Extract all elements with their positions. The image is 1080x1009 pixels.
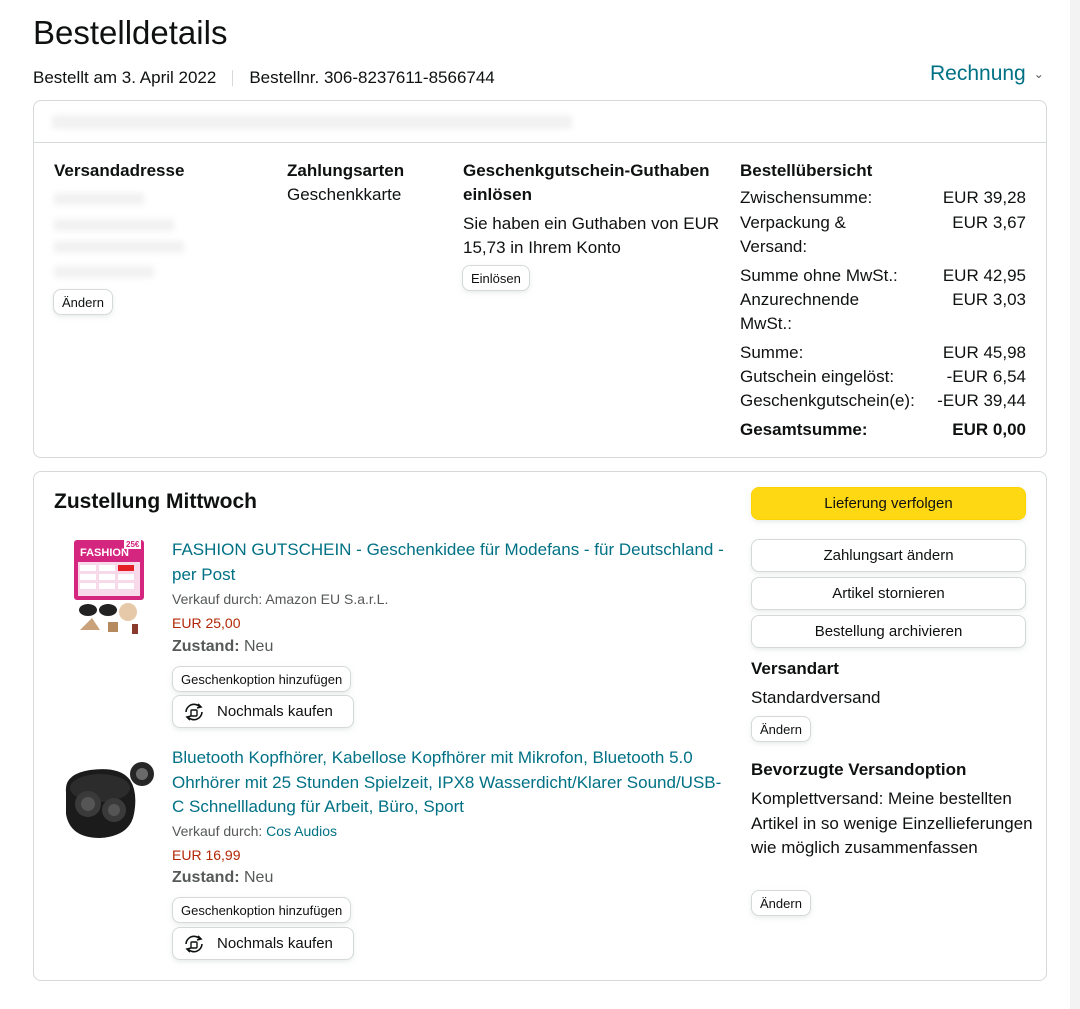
buy-again-button[interactable]: Nochmals kaufen bbox=[172, 695, 354, 728]
overview-row: Summe ohne MwSt.: EUR 42,95 bbox=[740, 266, 1026, 285]
page-title: Bestelldetails bbox=[33, 14, 228, 51]
archive-order-button[interactable]: Bestellung archivieren bbox=[751, 615, 1026, 648]
change-shipping-method-button[interactable]: Ändern bbox=[751, 716, 811, 742]
earbuds-thumbnail bbox=[65, 762, 154, 838]
add-gift-option-button[interactable]: Geschenkoption hinzufügen bbox=[172, 666, 352, 692]
buy-again-icon bbox=[185, 934, 203, 953]
buy-again-button[interactable]: Nochmals kaufen bbox=[172, 927, 354, 960]
buy-again-label: Nochmals kaufen bbox=[217, 935, 333, 952]
seller-link[interactable]: Cos Audios bbox=[266, 823, 337, 839]
change-payment-button[interactable]: Zahlungsart ändern bbox=[751, 539, 1026, 572]
shipping-method-value: Standardversand bbox=[751, 688, 881, 707]
product-image-earbuds[interactable] bbox=[60, 752, 158, 844]
buy-again-label: Nochmals kaufen bbox=[217, 703, 333, 720]
thumbnail-badge: 25€ bbox=[124, 540, 142, 549]
giftcard-heading: Geschenkgutschein-Guthaben einlösen bbox=[463, 161, 710, 204]
giftcard-balance-text: Sie haben ein Guthaben von EUR 15,73 in … bbox=[463, 214, 720, 257]
overview-row: Zwischensumme: EUR 39,28 bbox=[740, 188, 1026, 207]
seller-info: Verkauf durch: Amazon EU S.a.r.L. bbox=[172, 591, 389, 607]
divider bbox=[232, 70, 234, 86]
order-meta: Bestellt am 3. April 2022 Bestellnr. 306… bbox=[33, 68, 495, 88]
overview-heading: Bestellübersicht bbox=[740, 161, 873, 180]
payment-method: Geschenkkarte bbox=[287, 185, 402, 204]
order-number: Bestellnr. 306-8237611-8566744 bbox=[249, 68, 495, 87]
product-condition: Zustand: Neu bbox=[172, 638, 274, 655]
product-title-link[interactable]: FASHION GUTSCHEIN - Geschenkidee für Mod… bbox=[172, 538, 727, 587]
change-address-button[interactable]: Ändern bbox=[53, 289, 113, 315]
overview-row: Gutschein eingelöst: -EUR 6,54 bbox=[740, 367, 1026, 386]
thumbnail-text: FASHION bbox=[80, 547, 129, 559]
redeem-button[interactable]: Einlösen bbox=[462, 265, 530, 291]
invoice-label: Rechnung bbox=[930, 62, 1026, 85]
seller-info: Verkauf durch: Cos Audios bbox=[172, 823, 337, 839]
cancel-items-button[interactable]: Artikel stornieren bbox=[751, 577, 1026, 610]
chevron-down-icon: ⌄ bbox=[1033, 67, 1044, 81]
overview-row: Summe: EUR 45,98 bbox=[740, 343, 1026, 362]
overview-row: Verpackung & Versand: EUR 3,67 bbox=[740, 213, 1026, 256]
product-condition: Zustand: Neu bbox=[172, 869, 274, 886]
preferred-option-heading: Bevorzugte Versandoption bbox=[751, 760, 967, 779]
redacted-address-strip bbox=[34, 101, 1046, 143]
shipping-address-heading: Versandadresse bbox=[54, 161, 185, 180]
buy-again-icon bbox=[185, 702, 203, 721]
preferred-option-text: Komplettversand: Meine bestellten Artike… bbox=[751, 789, 1033, 857]
order-date: Bestellt am 3. April 2022 bbox=[33, 68, 217, 87]
invoice-dropdown[interactable]: Rechnung ⌄ bbox=[930, 62, 1044, 86]
product-price: EUR 16,99 bbox=[172, 847, 241, 863]
delivery-title: Zustellung Mittwoch bbox=[54, 490, 257, 513]
payment-heading: Zahlungsarten bbox=[287, 161, 405, 180]
scrollbar-track[interactable] bbox=[1070, 0, 1080, 1009]
product-image-fashion-giftcard[interactable]: FASHION 25€ bbox=[72, 538, 146, 636]
track-delivery-button[interactable]: Lieferung verfolgen bbox=[751, 487, 1026, 520]
product-price: EUR 25,00 bbox=[172, 615, 241, 631]
overview-row: Anzurechnende MwSt.: EUR 3,03 bbox=[740, 290, 1026, 333]
shipping-method-heading: Versandart bbox=[751, 659, 839, 678]
overview-total-row: Gesamtsumme: EUR 0,00 bbox=[740, 420, 1026, 439]
add-gift-option-button[interactable]: Geschenkoption hinzufügen bbox=[172, 897, 352, 923]
product-title-link[interactable]: Bluetooth Kopfhörer, Kabellose Kopfhörer… bbox=[172, 746, 727, 820]
change-preferred-option-button[interactable]: Ändern bbox=[751, 890, 811, 916]
overview-row: Geschenkgutschein(e): -EUR 39,44 bbox=[740, 391, 1026, 410]
